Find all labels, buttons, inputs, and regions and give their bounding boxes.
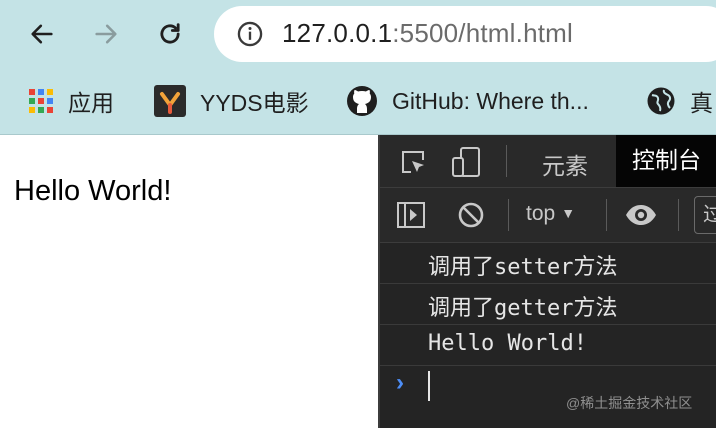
tab-elements[interactable]: 元素	[542, 147, 588, 181]
arrow-left-icon	[31, 24, 53, 44]
context-label: top	[526, 202, 556, 225]
yyds-logo-icon	[154, 85, 186, 117]
toolbar-divider	[508, 199, 509, 231]
info-icon[interactable]	[236, 20, 264, 48]
filter-input[interactable]: 过	[694, 196, 716, 234]
console-message-text: Hello World!	[428, 331, 587, 356]
apps-grid-icon	[29, 89, 53, 113]
devtools-panel: 元素 控制台 top▼ 过 调用了setter方法 调用了getter	[378, 135, 716, 428]
bookmarks-bar: 应用 YYDS电影 GitHub: Where th... 真	[0, 70, 716, 135]
console-message: 调用了setter方法	[380, 243, 716, 284]
devtools-tab-bar: 元素 控制台	[380, 135, 716, 188]
page-viewport: Hello World!	[0, 135, 378, 428]
filter-placeholder: 过	[703, 204, 716, 226]
forward-button[interactable]	[88, 16, 124, 52]
github-icon	[347, 86, 377, 116]
console-message-text: 调用了setter方法	[428, 255, 618, 280]
toolbar-divider	[606, 199, 607, 231]
globe-icon	[647, 87, 675, 115]
sidebar-toggle-icon[interactable]	[396, 200, 426, 230]
dropdown-arrow-icon: ▼	[561, 205, 576, 221]
address-bar[interactable]: 127.0.0.1:5500/html.html	[214, 6, 716, 62]
browser-toolbar: 127.0.0.1:5500/html.html	[0, 0, 716, 70]
console-toolbar: top ▼ 过	[380, 188, 716, 243]
bookmark-label: 应用	[68, 90, 114, 116]
text-caret	[428, 371, 430, 401]
bookmark-globe[interactable]: 真	[646, 84, 713, 118]
back-button[interactable]	[24, 16, 60, 52]
bookmark-label: 真	[690, 90, 713, 116]
bookmark-github[interactable]: GitHub: Where th...	[346, 84, 589, 118]
url-text: 127.0.0.1:5500/html.html	[282, 18, 573, 49]
bookmark-label: GitHub: Where th...	[392, 87, 589, 114]
page-hello-text: Hello World!	[14, 175, 172, 207]
url-host: 127.0.0.1	[282, 18, 393, 48]
arrow-right-icon	[95, 24, 117, 44]
watermark: @稀土掘金技术社区	[566, 395, 693, 411]
bookmark-yyds[interactable]: YYDS电影	[154, 84, 309, 118]
inspect-element-icon[interactable]	[398, 147, 428, 177]
url-path: :5500/html.html	[392, 18, 573, 48]
reload-icon	[160, 23, 180, 44]
console-message: 调用了getter方法	[380, 284, 716, 325]
bookmark-label: YYDS电影	[200, 90, 309, 116]
toolbar-divider	[506, 145, 507, 177]
reload-button[interactable]	[152, 16, 188, 52]
clear-console-icon[interactable]	[456, 200, 486, 230]
device-toolbar-icon[interactable]	[450, 145, 484, 179]
tab-console[interactable]: 控制台	[616, 135, 716, 187]
console-message-text: 调用了getter方法	[428, 296, 618, 321]
console-message: Hello World!	[380, 325, 716, 366]
toolbar-divider	[678, 199, 679, 231]
eye-icon[interactable]	[624, 199, 658, 231]
prompt-chevron-icon: ›	[396, 369, 404, 396]
context-selector[interactable]: top ▼	[526, 202, 575, 226]
bookmark-apps[interactable]: 应用	[28, 84, 114, 118]
